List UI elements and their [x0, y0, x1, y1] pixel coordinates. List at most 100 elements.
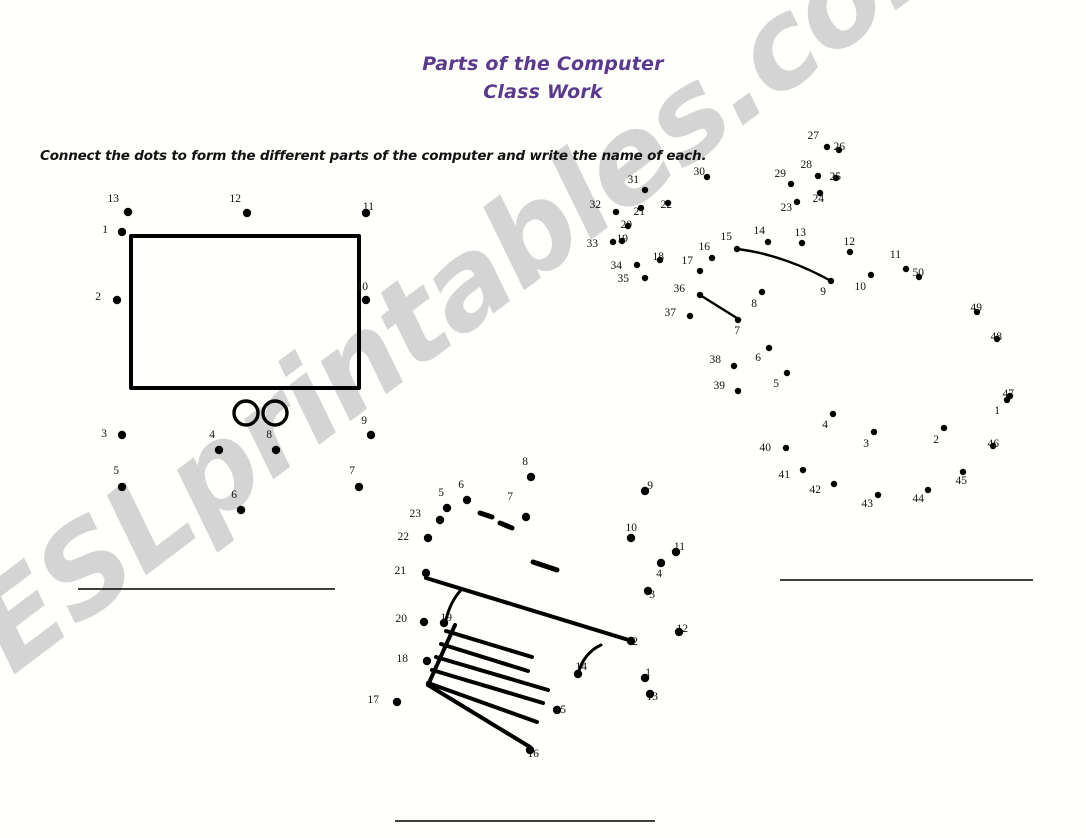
mouse-dot-28[interactable] [814, 172, 822, 180]
mouse-dot-24[interactable] [816, 189, 824, 197]
mouse-dot-29[interactable] [787, 180, 795, 188]
keyboard-dot-7[interactable] [521, 512, 531, 522]
mouse-dot-46[interactable] [989, 442, 997, 450]
mouse-dot-17[interactable] [696, 267, 704, 275]
mouse-dot-label-17: 17 [682, 255, 694, 267]
mouse-dot-39[interactable] [734, 387, 742, 395]
keyboard-drawn-stroke [426, 681, 539, 724]
keyboard-dot-9[interactable] [640, 486, 650, 496]
mouse-dot-8[interactable] [758, 288, 766, 296]
monitor-dot-2[interactable] [112, 295, 122, 305]
mouse-dot-31[interactable] [641, 186, 649, 194]
keyboard-dot-1[interactable] [640, 673, 650, 683]
keyboard-dot-20[interactable] [419, 617, 429, 627]
monitor-dot-6[interactable] [236, 505, 246, 515]
monitor-dot-10[interactable] [361, 295, 371, 305]
mouse-dot-47[interactable] [1006, 392, 1014, 400]
monitor-dot-4[interactable] [214, 445, 224, 455]
mouse-dot-49[interactable] [973, 308, 981, 316]
mouse-dot-15[interactable] [733, 245, 741, 253]
mouse-dot-3[interactable] [870, 428, 878, 436]
mouse-dot-20[interactable] [624, 222, 632, 230]
mouse-dot-10[interactable] [867, 271, 875, 279]
keyboard-dot-21[interactable] [421, 568, 431, 578]
mouse-dot-6[interactable] [765, 344, 773, 352]
monitor-dot-9[interactable] [366, 430, 376, 440]
keyboard-dot-18[interactable] [422, 656, 432, 666]
mouse-dot-25[interactable] [832, 174, 840, 182]
mouse-dot-9[interactable] [827, 277, 835, 285]
mouse-dot-19[interactable] [618, 237, 626, 245]
keyboard-dot-19[interactable] [439, 618, 449, 628]
mouse-dot-26[interactable] [835, 146, 843, 154]
keyboard-dot-3[interactable] [643, 586, 653, 596]
monitor-dot-12[interactable] [242, 208, 252, 218]
mouse-dot-30[interactable] [703, 173, 711, 181]
mouse-dot-21[interactable] [637, 204, 645, 212]
mouse-dot-2[interactable] [940, 424, 948, 432]
monitor-dot-3[interactable] [117, 430, 127, 440]
mouse-dot-38[interactable] [730, 362, 738, 370]
mouse-dot-label-4: 4 [822, 419, 828, 431]
mouse-dot-45[interactable] [959, 468, 967, 476]
mouse-dot-label-11: 11 [890, 249, 901, 261]
mouse-dot-50[interactable] [915, 273, 923, 281]
mouse-dot-label-30: 30 [694, 166, 706, 178]
monitor-dot-8[interactable] [271, 445, 281, 455]
mouse-dot-label-3: 3 [863, 438, 869, 450]
mouse-dot-32[interactable] [612, 208, 620, 216]
monitor-dot-7[interactable] [354, 482, 364, 492]
keyboard-dot-15[interactable] [552, 705, 562, 715]
mouse-dot-13[interactable] [798, 239, 806, 247]
mouse-dot-18[interactable] [656, 256, 664, 264]
mouse-dot-41[interactable] [799, 466, 807, 474]
keyboard-dot-11[interactable] [671, 547, 681, 557]
mouse-dot-label-24: 24 [813, 193, 825, 205]
monitor-dot-11[interactable] [361, 208, 371, 218]
keyboard-dot-5[interactable] [442, 503, 452, 513]
mouse-dot-label-43: 43 [862, 498, 874, 510]
monitor-drawn-stroke [232, 399, 260, 427]
monitor-dot-13[interactable] [123, 207, 133, 217]
mouse-dot-5[interactable] [783, 369, 791, 377]
mouse-dot-33[interactable] [609, 238, 617, 246]
mouse-dot-44[interactable] [924, 486, 932, 494]
mouse-dot-label-16: 16 [699, 241, 711, 253]
keyboard-dot-17[interactable] [392, 697, 402, 707]
mouse-dot-43[interactable] [874, 491, 882, 499]
mouse-dot-label-32: 32 [590, 199, 602, 211]
mouse-dot-1[interactable] [1003, 396, 1011, 404]
mouse-dot-11[interactable] [902, 265, 910, 273]
mouse-dot-37[interactable] [686, 312, 694, 320]
mouse-dot-34[interactable] [633, 261, 641, 269]
keyboard-dot-14[interactable] [573, 669, 583, 679]
keyboard-dot-8[interactable] [526, 472, 536, 482]
keyboard-dot-6[interactable] [462, 495, 472, 505]
mouse-dot-27[interactable] [823, 143, 831, 151]
keyboard-dot-13[interactable] [645, 689, 655, 699]
keyboard-dot-4[interactable] [656, 558, 666, 568]
keyboard-dot-22[interactable] [423, 533, 433, 543]
mouse-dot-23[interactable] [793, 198, 801, 206]
mouse-dot-35[interactable] [641, 274, 649, 282]
mouse-dot-7[interactable] [734, 316, 742, 324]
mouse-dot-14[interactable] [764, 238, 772, 246]
keyboard-dot-10[interactable] [626, 533, 636, 543]
monitor-dot-5[interactable] [117, 482, 127, 492]
mouse-dot-12[interactable] [846, 248, 854, 256]
mouse-dot-16[interactable] [708, 254, 716, 262]
mouse-dot-36[interactable] [696, 291, 704, 299]
monitor-dot-1[interactable] [117, 227, 127, 237]
mouse-dot-48[interactable] [993, 335, 1001, 343]
mouse-dot-22[interactable] [664, 199, 672, 207]
mouse-dot-4[interactable] [829, 410, 837, 418]
mouse-dot-40[interactable] [782, 444, 790, 452]
keyboard-drawn-stroke [426, 683, 532, 749]
mouse-dot-42[interactable] [830, 480, 838, 488]
keyboard-dot-16[interactable] [525, 745, 535, 755]
keyboard-dot-23[interactable] [435, 515, 445, 525]
keyboard-dot-12[interactable] [674, 627, 684, 637]
mouse-dot-label-13: 13 [795, 227, 807, 239]
mouse-dot-label-34: 34 [611, 260, 623, 272]
keyboard-dot-2[interactable] [626, 636, 636, 646]
